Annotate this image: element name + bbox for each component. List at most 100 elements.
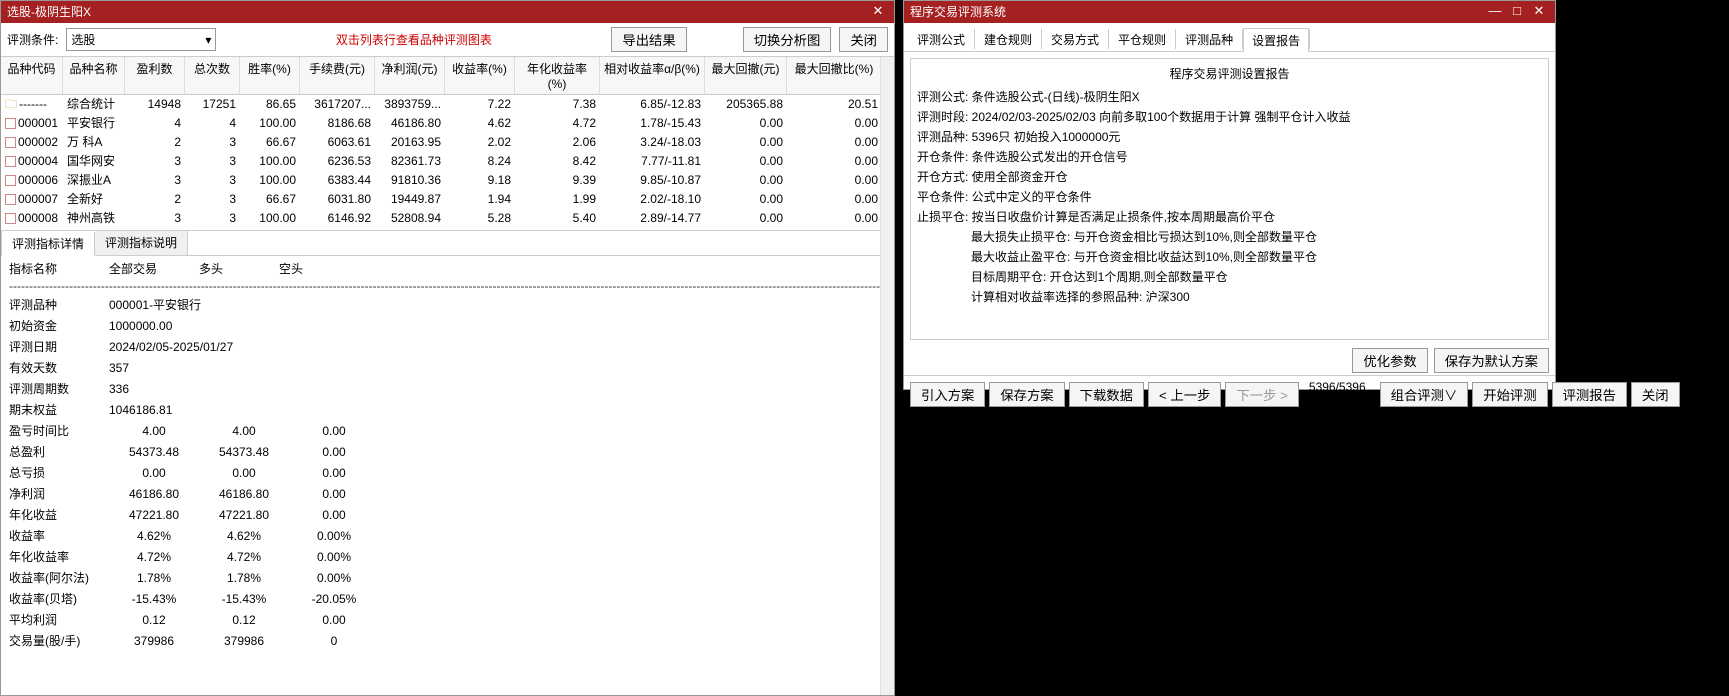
tab-detail[interactable]: 评测指标详情: [2, 232, 95, 256]
folder-icon: 🗀: [5, 97, 17, 111]
save-default-button[interactable]: 保存为默认方案: [1434, 348, 1549, 373]
dh-name: 指标名称: [9, 260, 109, 277]
download-button[interactable]: 下载数据: [1069, 382, 1144, 407]
col-total[interactable]: 总次数: [185, 57, 240, 94]
col-yield[interactable]: 收益率(%): [445, 57, 515, 94]
detail-row: 平均利润0.120.120.00: [9, 610, 886, 631]
box-icon: [5, 213, 16, 224]
report-line: 平仓条件: 公式中定义的平仓条件: [917, 188, 1542, 205]
rtab-instr[interactable]: 评测品种: [1176, 27, 1242, 51]
detail-body: 指标名称 全部交易 多头 空头 ------------------------…: [1, 255, 894, 675]
detail-row: 净利润46186.8046186.800.00: [9, 484, 886, 505]
detail-tabs: 评测指标详情 评测指标说明: [1, 230, 894, 255]
left-title: 选股-极阴生阳X: [7, 1, 91, 23]
report-line: 止损平仓: 按当日收盘价计算是否满足止损条件,按本周期最高价平仓: [917, 208, 1542, 225]
report-line: 最大收益止盈平仓: 与开仓资金相比收益达到10%,则全部数量平仓: [971, 248, 1542, 265]
hint-text: 双击列表行查看品种评测图表: [224, 31, 603, 48]
table-row[interactable]: 000008神州高铁33100.006146.9252808.945.285.4…: [1, 209, 894, 228]
detail-row: 交易量(股/手)3799863799860: [9, 631, 886, 652]
separator: ----------------------------------------…: [9, 279, 886, 293]
optimize-button[interactable]: 优化参数: [1352, 348, 1427, 373]
start-eval-button[interactable]: 开始评测: [1472, 382, 1547, 407]
close-icon[interactable]: ✕: [868, 4, 888, 20]
right-btnrow1: 优化参数 保存为默认方案: [904, 346, 1555, 375]
table-row[interactable]: 000001平安银行44100.008186.6846186.804.624.7…: [1, 114, 894, 133]
detail-row: 总亏损0.000.000.00: [9, 463, 886, 484]
maximize-icon[interactable]: □: [1507, 4, 1527, 20]
table-row[interactable]: 000007全新好2366.676031.8019449.871.941.992…: [1, 190, 894, 209]
detail-row: 收益率(贝塔)-15.43%-15.43%-20.05%: [9, 589, 886, 610]
grid-body: 🗀-------综合统计149481725186.653617207...389…: [1, 95, 894, 228]
condition-value: 选股: [71, 31, 95, 48]
save-plan-button[interactable]: 保存方案: [989, 382, 1064, 407]
box-icon: [5, 118, 16, 129]
rtab-close[interactable]: 平仓规则: [1109, 27, 1175, 51]
col-fee[interactable]: 手续费(元): [300, 57, 375, 94]
right-title: 程序交易评测系统: [910, 1, 1006, 23]
table-row[interactable]: 000002万 科A2366.676063.6120163.952.022.06…: [1, 133, 894, 152]
switch-button[interactable]: 切换分析图: [743, 27, 832, 52]
report-line: 开仓方式: 使用全部资金开仓: [917, 168, 1542, 185]
box-icon: [5, 175, 16, 186]
grid-header: 品种代码 品种名称 盈利数 总次数 胜率(%) 手续费(元) 净利润(元) 收益…: [1, 57, 894, 95]
detail-row: 盈亏时间比4.004.000.00: [9, 421, 886, 442]
detail-row: 期末权益1046186.81: [9, 400, 886, 421]
left-toolbar: 评测条件: 选股 ▾ 双击列表行查看品种评测图表 导出结果 切换分析图 关闭: [1, 23, 894, 57]
import-button[interactable]: 引入方案: [910, 382, 985, 407]
status-text: 5396/5396 01:24: [1309, 380, 1366, 408]
scrollbar[interactable]: [880, 57, 894, 695]
eval-report-button[interactable]: 评测报告: [1552, 382, 1627, 407]
report-line: 评测时段: 2024/02/03-2025/02/03 向前多取100个数据用于…: [917, 108, 1542, 125]
detail-row: 收益率(阿尔法)1.78%1.78%0.00%: [9, 568, 886, 589]
col-name[interactable]: 品种名称: [63, 57, 125, 94]
detail-row: 年化收益率4.72%4.72%0.00%: [9, 547, 886, 568]
combo-eval-button[interactable]: 组合评测∨: [1380, 382, 1469, 407]
prev-button[interactable]: < 上一步: [1148, 382, 1221, 407]
col-profit[interactable]: 净利润(元): [375, 57, 445, 94]
detail-row: 总盈利54373.4854373.480.00: [9, 442, 886, 463]
report-line: 评测公式: 条件选股公式-(日线)-极阴生阳X: [917, 88, 1542, 105]
dh-all: 全部交易: [109, 260, 199, 277]
col-win[interactable]: 盈利数: [125, 57, 185, 94]
rtab-trade[interactable]: 交易方式: [1042, 27, 1108, 51]
col-code[interactable]: 品种代码: [1, 57, 63, 94]
close-icon[interactable]: ✕: [1529, 4, 1549, 20]
chevron-down-icon: ▾: [205, 33, 211, 47]
report-line: 计算相对收益率选择的参照品种: 沪深300: [971, 288, 1542, 305]
table-row[interactable]: 000004国华网安33100.006236.5382361.738.248.4…: [1, 152, 894, 171]
detail-row: 收益率4.62%4.62%0.00%: [9, 526, 886, 547]
detail-row: 年化收益47221.8047221.800.00: [9, 505, 886, 526]
report-line: 目标周期平仓: 开仓达到1个周期,则全部数量平仓: [971, 268, 1542, 285]
right-close-button[interactable]: 关闭: [1631, 382, 1680, 407]
right-tabs: 评测公式 建仓规则 交易方式 平仓规则 评测品种 设置报告: [904, 23, 1555, 52]
detail-row: 初始资金1000000.00: [9, 316, 886, 337]
col-ddpct[interactable]: 最大回撤比(%): [787, 57, 882, 94]
left-titlebar: 选股-极阴生阳X ✕: [1, 1, 894, 23]
col-relative[interactable]: 相对收益率α/β(%): [600, 57, 705, 94]
rtab-open[interactable]: 建仓规则: [975, 27, 1041, 51]
tab-explain[interactable]: 评测指标说明: [95, 231, 188, 255]
right-titlebar: 程序交易评测系统 — □ ✕: [904, 1, 1555, 23]
col-rate[interactable]: 胜率(%): [240, 57, 300, 94]
col-annual[interactable]: 年化收益率(%): [515, 57, 600, 94]
condition-combo[interactable]: 选股 ▾: [66, 28, 216, 51]
right-btnrow2: 引入方案 保存方案 下载数据 < 上一步 下一步 > 5396/5396 01:…: [904, 375, 1555, 412]
report-title: 程序交易评测设置报告: [917, 65, 1542, 82]
next-button: 下一步 >: [1225, 382, 1298, 407]
detail-row: 评测品种000001-平安银行: [9, 295, 886, 316]
report-line: 评测品种: 5396只 初始投入1000000元: [917, 128, 1542, 145]
export-button[interactable]: 导出结果: [611, 27, 686, 52]
table-row[interactable]: 🗀-------综合统计149481725186.653617207...389…: [1, 95, 894, 114]
detail-row: 评测日期2024/02/05-2025/01/27: [9, 337, 886, 358]
detail-row: 评测周期数336: [9, 379, 886, 400]
dh-long: 多头: [199, 260, 279, 277]
dh-short: 空头: [279, 260, 359, 277]
detail-head: 指标名称 全部交易 多头 空头: [9, 260, 886, 277]
minimize-icon[interactable]: —: [1485, 4, 1505, 20]
close-button[interactable]: 关闭: [839, 27, 888, 52]
rtab-report[interactable]: 设置报告: [1243, 28, 1309, 52]
rtab-formula[interactable]: 评测公式: [908, 27, 974, 51]
box-icon: [5, 137, 16, 148]
col-dd[interactable]: 最大回撤(元): [705, 57, 787, 94]
table-row[interactable]: 000006深振业A33100.006383.4491810.369.189.3…: [1, 171, 894, 190]
